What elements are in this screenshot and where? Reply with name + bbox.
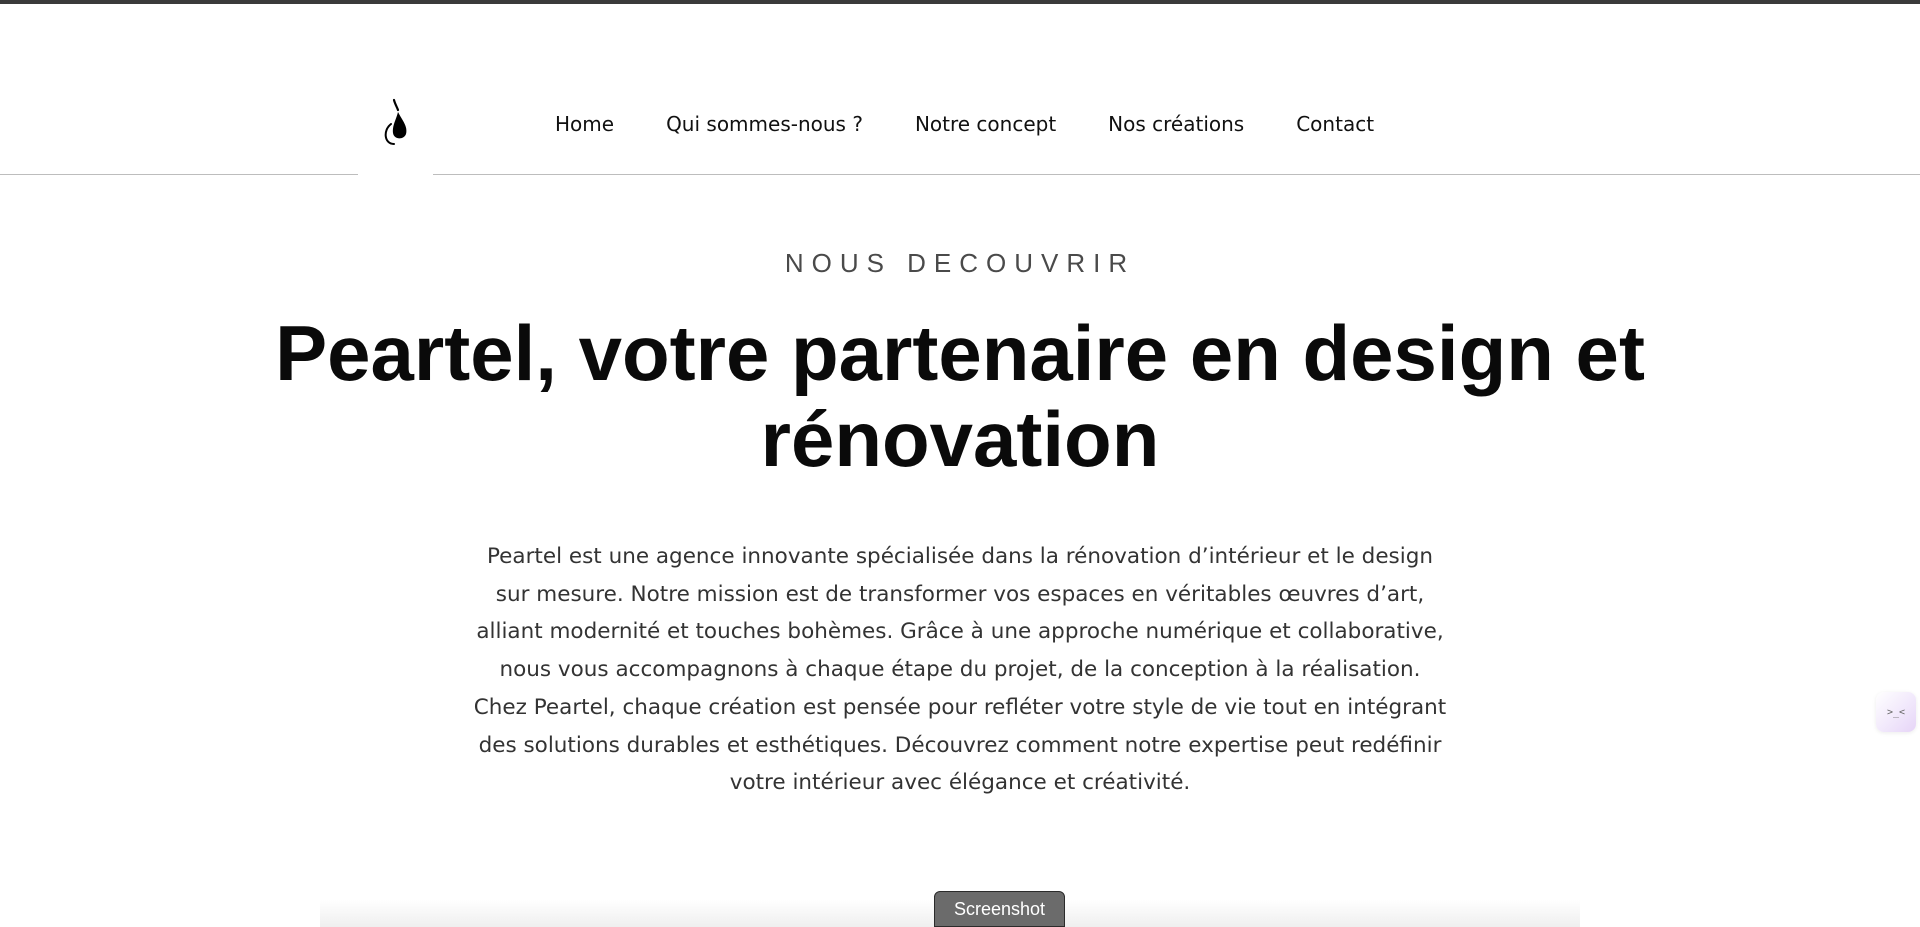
logo-underline bbox=[358, 170, 433, 176]
intro-paragraph: Peartel est une agence innovante spécial… bbox=[473, 544, 1447, 796]
page-title: Peartel, votre partenaire en design et r… bbox=[275, 309, 1645, 483]
screenshot-button[interactable]: Screenshot bbox=[934, 891, 1065, 927]
nav-item-home[interactable]: Home bbox=[555, 112, 614, 136]
floating-assistant-widget[interactable]: >_< bbox=[1876, 692, 1916, 732]
site-header: Home Qui sommes-nous ? Notre concept Nos… bbox=[0, 4, 1920, 175]
nav-item-nos-creations[interactable]: Nos créations bbox=[1108, 112, 1244, 136]
pear-logo-icon[interactable] bbox=[380, 98, 410, 150]
nav-item-qui-sommes-nous[interactable]: Qui sommes-nous ? bbox=[666, 112, 863, 136]
section-eyebrow: NOUS DECOUVRIR bbox=[784, 248, 1136, 278]
assistant-face-icon: >_< bbox=[1886, 706, 1906, 718]
nav-item-notre-concept[interactable]: Notre concept bbox=[915, 112, 1056, 136]
main-navigation: Home Qui sommes-nous ? Notre concept Nos… bbox=[555, 112, 1374, 136]
nav-item-contact[interactable]: Contact bbox=[1296, 112, 1374, 136]
